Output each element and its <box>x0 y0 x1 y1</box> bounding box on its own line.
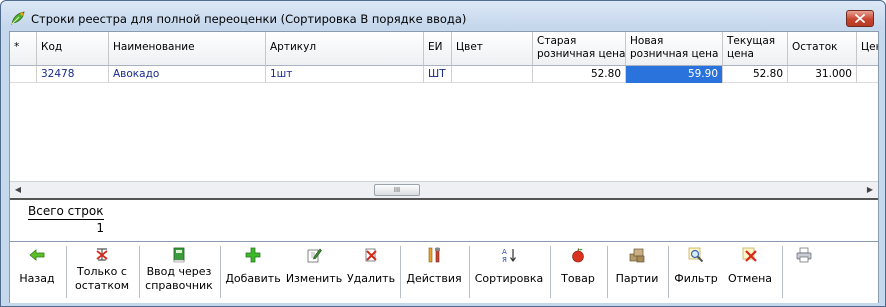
grid-header: * Код Наименование Артикул ЕИ Цвет Стара… <box>10 32 878 66</box>
arrow-left-icon <box>29 249 45 261</box>
column-header-current-price[interactable]: Текущая цена <box>723 32 788 66</box>
cell-new-price[interactable]: 59.90 <box>626 66 723 83</box>
cell-code[interactable]: 32478 <box>37 66 109 83</box>
cell-price-cut[interactable] <box>857 66 878 83</box>
column-header-color[interactable]: Цвет <box>452 32 533 66</box>
cell-current-price[interactable]: 52.80 <box>723 66 788 83</box>
back-button[interactable]: Назад <box>10 242 64 303</box>
sort-button[interactable]: А Я Сортировка <box>471 242 547 303</box>
new-price-header-line1: Новая <box>630 35 664 47</box>
app-leaf-icon <box>11 11 25 26</box>
dict-input-label-1: Ввод через <box>146 265 212 278</box>
cell-unit[interactable]: ШТ <box>424 66 452 83</box>
totals-label: Всего строк <box>28 204 104 220</box>
apple-icon <box>572 248 584 263</box>
actions-button[interactable]: Действия <box>402 242 466 303</box>
toolbar-separator <box>139 246 140 298</box>
close-button[interactable] <box>846 10 874 27</box>
dict-input-label-2: справочник <box>145 279 213 292</box>
new-price-header-line2: розничная цена <box>630 48 719 60</box>
cancel-button[interactable]: Отмена <box>722 242 778 303</box>
delete-label: Удалить <box>346 272 396 285</box>
data-grid[interactable]: * Код Наименование Артикул ЕИ Цвет Стара… <box>10 32 878 199</box>
filter-off-icon <box>96 248 108 261</box>
toolbar-separator <box>66 246 67 298</box>
toolbar-separator <box>782 246 783 298</box>
dialog-window: Строки реестра для полной переоценки (Со… <box>0 0 886 307</box>
grid-divider <box>10 198 878 200</box>
column-header-stock[interactable]: Остаток <box>788 32 857 66</box>
scroll-right-icon[interactable]: ▶ <box>865 185 875 195</box>
tools-icon <box>428 247 440 263</box>
column-header-article[interactable]: Артикул <box>266 32 424 66</box>
only-stock-label-2: остатком <box>74 279 129 292</box>
toolbar-separator <box>400 246 401 298</box>
filter-label: Фильтр <box>674 272 718 285</box>
column-header-marker[interactable]: * <box>10 32 37 66</box>
old-price-header-line2: розничная цена <box>537 48 626 60</box>
toolbar-separator <box>469 246 470 298</box>
book-icon <box>173 247 185 263</box>
totals-block: Всего строк 1 <box>28 204 104 235</box>
scroll-left-icon[interactable]: ◀ <box>13 185 23 195</box>
edit-label: Изменить <box>285 272 343 285</box>
totals-value: 1 <box>96 221 104 235</box>
add-label: Добавить <box>225 272 281 285</box>
close-icon <box>855 14 865 23</box>
sort-icon: А Я <box>502 248 516 263</box>
edit-button[interactable]: Изменить <box>283 242 345 303</box>
actions-label: Действия <box>406 272 462 285</box>
cell-marker[interactable] <box>10 66 37 83</box>
edit-icon <box>307 248 322 263</box>
cancel-icon <box>742 247 757 262</box>
current-price-header-line1: Текущая <box>727 35 776 47</box>
column-header-name[interactable]: Наименование <box>109 32 266 66</box>
column-header-price-cut[interactable]: Цен <box>857 32 878 66</box>
toolbar-separator <box>668 246 669 298</box>
delete-icon <box>365 248 377 262</box>
cell-name[interactable]: Авокадо <box>109 66 266 83</box>
sort-label: Сортировка <box>474 272 544 285</box>
cell-stock[interactable]: 31.000 <box>788 66 857 83</box>
bottom-toolbar: Назад Только с остатком Ввод через справ… <box>10 241 878 303</box>
only-stock-label-1: Только с <box>77 265 127 278</box>
magnifier-icon <box>688 247 704 263</box>
table-row[interactable]: 32478 Авокадо 1шт ШТ 52.80 59.90 52.80 3… <box>10 66 878 83</box>
cell-old-price[interactable]: 52.80 <box>533 66 626 83</box>
title-bar[interactable]: Строки реестра для полной переоценки (Со… <box>1 1 885 29</box>
column-header-unit[interactable]: ЕИ <box>424 32 452 66</box>
scroll-thumb[interactable]: III <box>374 184 420 196</box>
back-label: Назад <box>19 272 55 285</box>
column-header-code[interactable]: Код <box>37 32 109 66</box>
cell-color[interactable] <box>452 66 533 83</box>
printer-icon <box>796 247 812 263</box>
svg-text:Я: Я <box>502 256 507 263</box>
dict-input-button[interactable]: Ввод через справочник <box>141 242 217 303</box>
only-stock-button[interactable]: Только с остатком <box>68 242 136 303</box>
boxes-icon <box>629 248 645 263</box>
client-area: * Код Наименование Артикул ЕИ Цвет Стара… <box>9 31 879 303</box>
filter-button[interactable]: Фильтр <box>670 242 722 303</box>
column-header-new-price[interactable]: Новая розничная цена <box>626 32 723 66</box>
old-price-header-line1: Старая <box>537 35 577 47</box>
cell-article[interactable]: 1шт <box>266 66 424 83</box>
batches-button[interactable]: Партии <box>609 242 665 303</box>
toolbar-separator <box>550 246 551 298</box>
column-header-old-price[interactable]: Старая розничная цена <box>533 32 626 66</box>
goods-button[interactable]: Товар <box>552 242 604 303</box>
svg-text:А: А <box>502 248 507 256</box>
window-title: Строки реестра для полной переоценки (Со… <box>31 12 467 26</box>
toolbar-separator <box>220 246 221 298</box>
add-button[interactable]: Добавить <box>223 242 283 303</box>
toolbar-separator <box>607 246 608 298</box>
goods-label: Товар <box>561 272 595 285</box>
delete-button[interactable]: Удалить <box>345 242 397 303</box>
batches-label: Партии <box>615 272 659 285</box>
cancel-label: Отмена <box>727 272 773 285</box>
print-button[interactable] <box>786 242 822 303</box>
current-price-header-line2: цена <box>727 48 754 60</box>
plus-icon <box>245 247 261 263</box>
horizontal-scrollbar[interactable]: ◀ III ▶ <box>10 181 878 198</box>
